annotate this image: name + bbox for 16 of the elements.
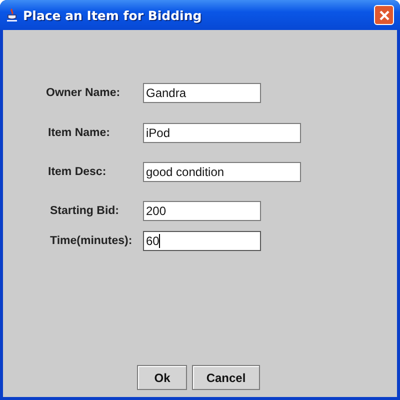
field-label: Time(minutes):	[49, 235, 134, 247]
ok-button[interactable]: Ok	[137, 365, 188, 390]
text-field[interactable]: Gandra	[143, 83, 261, 103]
cancel-button[interactable]: Cancel	[192, 365, 260, 390]
field-label: Starting Bid:	[49, 205, 120, 217]
window-title: Place an Item for Bidding	[23, 8, 202, 22]
text-field[interactable]: 60	[143, 231, 261, 251]
text-field[interactable]: 200	[143, 201, 261, 221]
cup-icon	[6, 8, 18, 22]
text-field[interactable]: iPod	[143, 123, 301, 143]
field-label: Owner Name:	[45, 87, 122, 99]
field-label: Item Desc:	[47, 166, 108, 178]
close-button[interactable]	[374, 5, 394, 25]
text-field[interactable]: good condition	[143, 162, 301, 182]
field-label: Item Name:	[47, 127, 111, 139]
close-icon	[378, 10, 390, 20]
